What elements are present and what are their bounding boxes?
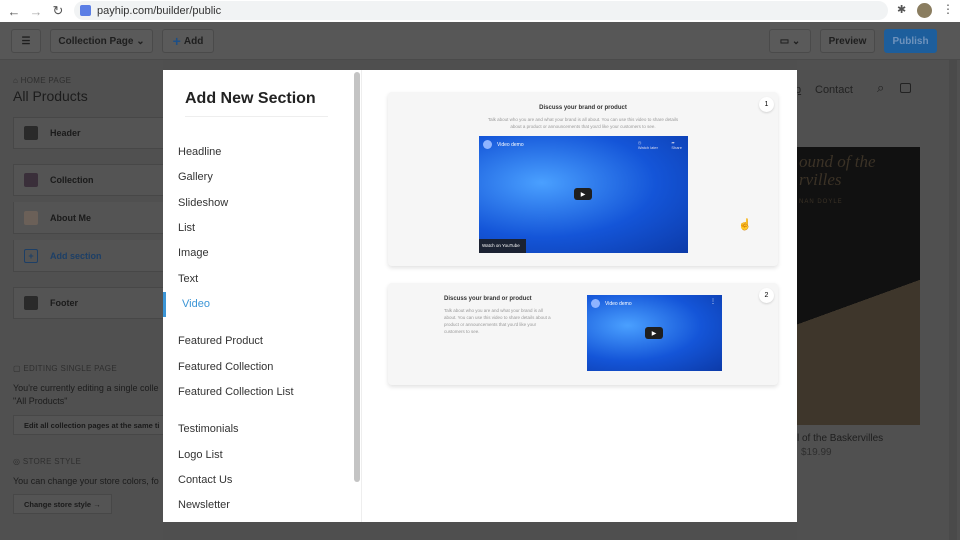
browser-bar: ← → ↻ payhip.com/builder/public ✱ ⋮ (0, 0, 960, 22)
divider (185, 116, 328, 117)
menu-item-list[interactable]: List (178, 222, 195, 234)
sidebar-item-about-me[interactable]: About Me (13, 202, 173, 234)
plus-box-icon: + (24, 248, 38, 263)
change-store-style-button[interactable]: Change store style → (13, 494, 112, 514)
palette-icon: ◎ (13, 457, 21, 466)
card-description: Talk about who you are and what your bra… (487, 117, 679, 129)
sidebar-item-collection[interactable]: Collection (13, 164, 173, 196)
collection-icon (24, 173, 38, 187)
style-text: You can change your store colors, fo (13, 476, 159, 486)
page-edit-icon: ▢ (13, 364, 21, 373)
sidebar-item-footer[interactable]: Footer (13, 287, 173, 319)
play-button-icon[interactable]: ▶ (645, 327, 663, 339)
header-icon (24, 126, 38, 140)
preview-button[interactable]: Preview (820, 29, 875, 53)
watch-on-youtube-link[interactable]: Watch on YouTube (479, 239, 526, 253)
about-me-thumbnail (24, 210, 38, 225)
home-icon: ⌂ (13, 76, 19, 85)
channel-logo-icon (591, 299, 600, 308)
back-icon[interactable]: ← (3, 4, 25, 19)
video-layout-option-2[interactable]: 2 Discuss your brand or product Talk abo… (388, 283, 778, 385)
page-select[interactable]: Collection Page ⌄ (50, 29, 153, 53)
menu-button[interactable]: ☰ (11, 29, 41, 53)
card-title: Discuss your brand or product (539, 105, 627, 111)
card-description: Talk about who you are and what your bra… (444, 308, 551, 334)
more-options-icon[interactable]: ⋮ (710, 298, 716, 305)
modal-title: Add New Section (185, 90, 316, 107)
footer-icon (24, 296, 38, 310)
menu-item-featured-collection-list[interactable]: Featured Collection List (178, 386, 294, 398)
publish-button[interactable]: Publish (884, 29, 937, 53)
site-icon (80, 5, 91, 16)
search-icon[interactable]: ⌕ (877, 80, 884, 96)
address-bar[interactable]: payhip.com/builder/public (74, 1, 888, 20)
menu-item-slideshow[interactable]: Slideshow (178, 197, 228, 209)
add-button[interactable]: + Add (162, 29, 214, 53)
extensions-icon[interactable]: ✱ (897, 3, 906, 16)
video-embed[interactable]: Video demo ◷ Watch later ➦ Share ▶ Watch o… (479, 136, 688, 253)
play-button-icon[interactable]: ▶ (574, 188, 592, 200)
hamburger-icon: ☰ (21, 35, 31, 47)
menu-item-testimonials[interactable]: Testimonials (178, 423, 239, 435)
cart-icon[interactable] (900, 83, 911, 93)
breadcrumb[interactable]: ⌂ HOME PAGE (13, 76, 71, 85)
menu-item-featured-collection[interactable]: Featured Collection (178, 361, 273, 373)
menu-item-newsletter[interactable]: Newsletter (178, 499, 230, 511)
sidebar-item-header[interactable]: Header (13, 117, 173, 149)
menu-item-headline[interactable]: Headline (178, 146, 221, 158)
video-layout-option-1[interactable]: 1 Discuss your brand or product Talk abo… (388, 92, 778, 266)
menu-item-video[interactable]: Video (182, 298, 210, 310)
editing-page-name: "All Products" (13, 396, 68, 406)
page-scrollbar[interactable] (949, 60, 957, 540)
hand-cursor-icon: ☝ (738, 219, 752, 231)
builder-toolbar: ☰ Collection Page ⌄ + Add ▭ ⌄ Preview Pub… (0, 22, 960, 60)
menu-item-featured-product[interactable]: Featured Product (178, 335, 263, 347)
style-heading: ◎ STORE STYLE (13, 457, 82, 466)
device-select[interactable]: ▭ ⌄ (769, 29, 811, 53)
reload-icon[interactable]: ↻ (47, 3, 69, 19)
active-indicator (163, 292, 166, 317)
product-cover-image[interactable]: ound of the rvilles NAN DOYLE (797, 147, 920, 425)
product-price: $19.99 (801, 447, 832, 458)
plus-icon: + (172, 33, 181, 49)
add-section-button[interactable]: + Add section (13, 240, 173, 272)
edit-all-pages-button[interactable]: Edit all collection pages at the same ti (13, 415, 173, 435)
menu-item-image[interactable]: Image (178, 247, 209, 259)
channel-logo-icon (483, 140, 492, 149)
video-embed[interactable]: Video demo ⋮ ▶ (587, 295, 722, 371)
editing-text: You're currently editing a single colle (13, 383, 159, 393)
profile-avatar[interactable] (917, 3, 932, 18)
share-icon[interactable]: ➦ Share (671, 140, 682, 150)
option-number-badge: 2 (759, 288, 774, 303)
watch-later-icon[interactable]: ◷ Watch later (638, 140, 658, 150)
menu-item-text[interactable]: Text (178, 273, 198, 285)
list-scrollbar[interactable] (354, 72, 360, 482)
browser-menu-icon[interactable]: ⋮ (942, 2, 954, 16)
page-title: All Products (13, 88, 88, 104)
card-title: Discuss your brand or product (444, 296, 532, 302)
menu-item-gallery[interactable]: Gallery (178, 171, 213, 183)
add-section-modal: Add New Section Headline Gallery Slidesh… (163, 70, 797, 522)
forward-icon[interactable]: → (25, 4, 47, 19)
menu-item-contact-us[interactable]: Contact Us (178, 474, 232, 486)
nav-contact-link[interactable]: Contact (815, 84, 853, 96)
section-type-list: Add New Section Headline Gallery Slidesh… (163, 70, 362, 522)
editing-heading: ▢ EDITING SINGLE PAGE (13, 364, 117, 373)
product-title[interactable]: l of the Baskervilles (797, 433, 883, 444)
desktop-icon: ▭ (779, 35, 790, 47)
sidebar: ⌂ HOME PAGE All Products Header Collecti… (0, 60, 173, 540)
menu-item-logo-list[interactable]: Logo List (178, 449, 223, 461)
store-preview: p Contact ⌕ ound of the rvilles NAN DOYL… (795, 60, 960, 540)
